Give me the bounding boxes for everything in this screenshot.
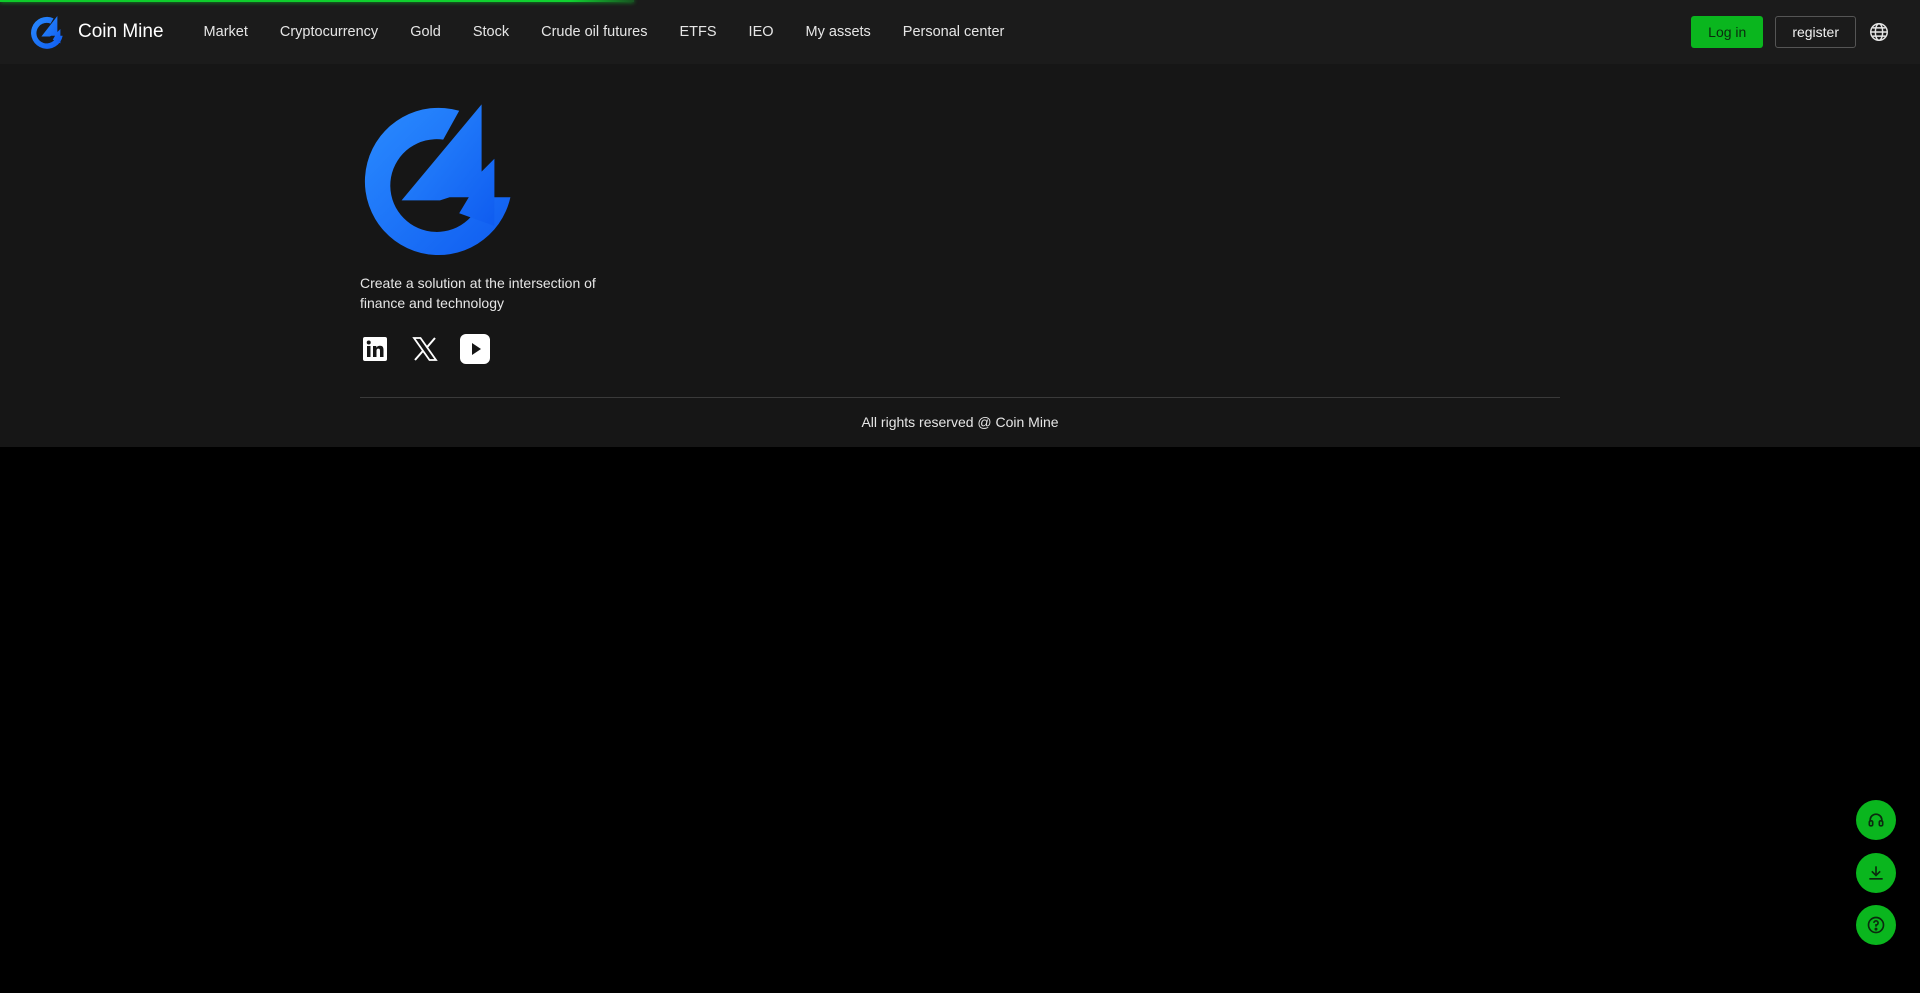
nav-item-market[interactable]: Market [204, 24, 248, 40]
brand-home-link[interactable]: Coin Mine [30, 13, 164, 51]
nav-item-crude-oil-futures[interactable]: Crude oil futures [541, 24, 647, 40]
coin-mine-logo-large-icon [364, 104, 511, 256]
nav-item-cryptocurrency[interactable]: Cryptocurrency [280, 24, 378, 40]
nav-item-etfs[interactable]: ETFS [679, 24, 716, 40]
customer-service-button[interactable] [1856, 800, 1896, 840]
download-app-button[interactable] [1856, 853, 1896, 893]
nav-item-gold[interactable]: Gold [410, 24, 441, 40]
footer-tagline: Create a solution at the intersection of… [360, 275, 596, 311]
x-twitter-icon[interactable] [410, 334, 440, 364]
main-nav: Market Cryptocurrency Gold Stock Crude o… [189, 24, 1005, 40]
nav-item-personal-center[interactable]: Personal center [903, 24, 1005, 40]
top-navbar: Coin Mine Market Cryptocurrency Gold Sto… [0, 0, 1920, 64]
help-button[interactable] [1856, 905, 1896, 945]
coin-mine-logo-icon [31, 16, 63, 49]
nav-item-stock[interactable]: Stock [473, 24, 509, 40]
social-links [360, 334, 510, 364]
globe-icon[interactable] [1868, 21, 1890, 43]
youtube-icon[interactable] [460, 334, 490, 364]
linkedin-icon[interactable] [360, 334, 390, 364]
page-load-progress [0, 0, 634, 2]
help-icon [1867, 916, 1885, 934]
login-button[interactable]: Log in [1691, 16, 1764, 48]
register-button[interactable]: register [1775, 16, 1856, 48]
site-footer: Create a solution at the intersection of… [0, 64, 1920, 447]
nav-actions: Log in register [1691, 16, 1890, 48]
brand-name: Coin Mine [78, 21, 164, 42]
nav-item-ieo[interactable]: IEO [749, 24, 774, 40]
headset-icon [1868, 813, 1884, 827]
copyright-text: All rights reserved @ Coin Mine [861, 414, 1059, 430]
download-icon [1869, 866, 1883, 880]
nav-item-my-assets[interactable]: My assets [806, 24, 871, 40]
footer-divider [360, 397, 1560, 398]
